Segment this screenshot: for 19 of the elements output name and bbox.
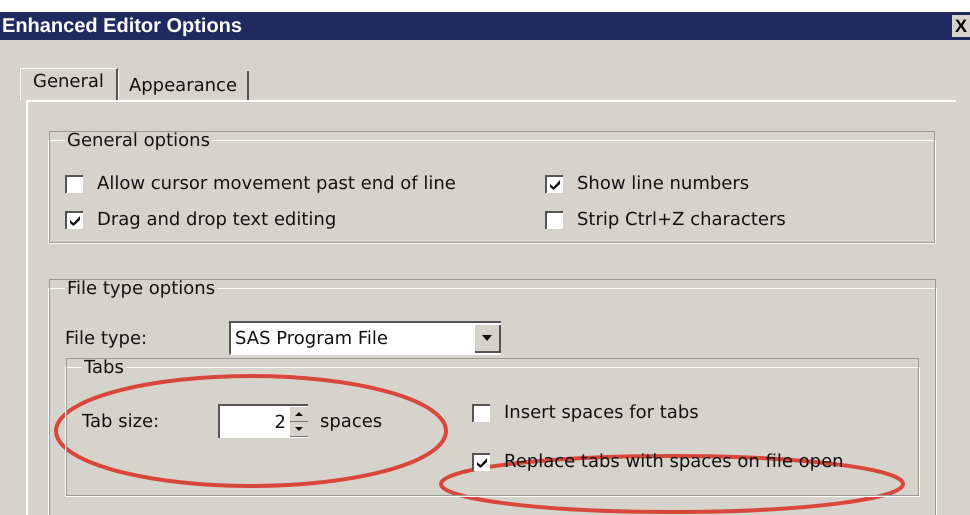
- tab[interactable]: Appearance: [118, 71, 250, 100]
- file-type-dropdown[interactable]: SAS Program File: [229, 321, 501, 355]
- group-title: Tabs: [83, 357, 125, 378]
- group-title: File type options: [66, 278, 216, 299]
- tab[interactable]: General: [20, 68, 118, 100]
- tab-size-spinner[interactable]: 2: [218, 404, 308, 438]
- unit-label: spaces: [320, 410, 382, 432]
- field-label: Tab size:: [82, 410, 160, 432]
- option-label: Show line numbers: [577, 173, 750, 194]
- close-button[interactable]: X: [952, 15, 970, 37]
- option-label: Drag and drop text editing: [97, 209, 336, 230]
- window-title: Enhanced Editor Options: [1, 14, 242, 38]
- spinner-value: 2: [274, 412, 287, 432]
- dropdown-value: SAS Program File: [235, 328, 388, 349]
- group-title: General options: [66, 130, 211, 151]
- field-label: File type:: [65, 328, 148, 348]
- option-label: Strip Ctrl+Z characters: [577, 209, 786, 230]
- option-label: Insert spaces for tabs: [504, 402, 699, 423]
- option-label: Allow cursor movement past end of line: [97, 173, 456, 194]
